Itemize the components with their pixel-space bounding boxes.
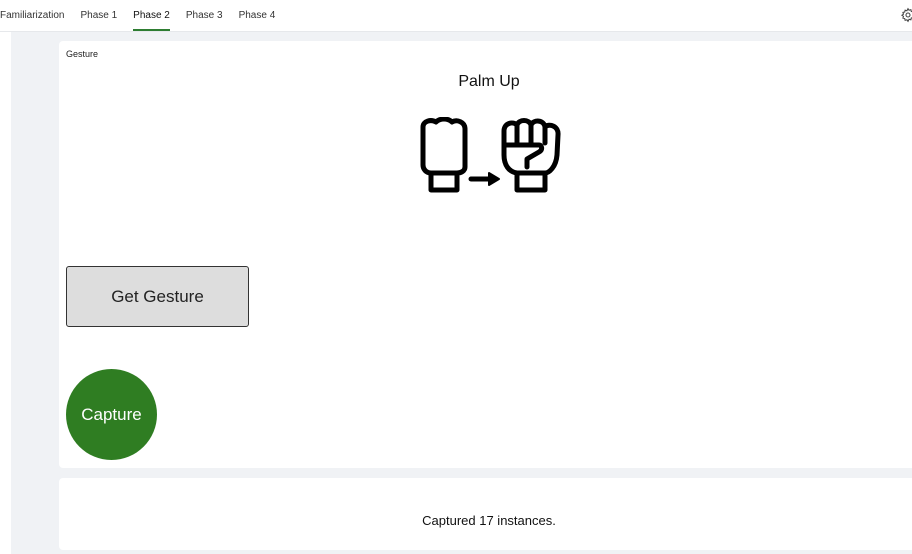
left-margin: [0, 32, 11, 554]
tab-phase-3[interactable]: Phase 3: [186, 0, 223, 22]
tab-phase-2[interactable]: Phase 2: [133, 0, 170, 31]
fist-front-icon: [501, 118, 561, 193]
capture-status-text: Captured 17 instances.: [422, 513, 556, 528]
phase-tabs: Familiarization Phase 1 Phase 2 Phase 3 …: [0, 0, 291, 32]
gesture-card: Gesture Palm Up Get Gesture Capture: [59, 41, 912, 468]
capture-button[interactable]: Capture: [66, 369, 157, 460]
tab-familiarization[interactable]: Familiarization: [0, 0, 64, 22]
tab-phase-1[interactable]: Phase 1: [80, 0, 117, 22]
gesture-name: Palm Up: [458, 73, 520, 90]
gear-icon[interactable]: [900, 7, 912, 23]
get-gesture-button[interactable]: Get Gesture: [66, 266, 249, 327]
top-nav-bar: Familiarization Phase 1 Phase 2 Phase 3 …: [0, 0, 912, 32]
tab-phase-4[interactable]: Phase 4: [239, 0, 276, 22]
gesture-illustration: [420, 117, 561, 193]
fist-side-icon: [420, 117, 468, 193]
status-card: Captured 17 instances.: [59, 478, 912, 550]
gesture-card-label: Gesture: [66, 49, 99, 59]
arrow-right-icon: [468, 172, 500, 186]
